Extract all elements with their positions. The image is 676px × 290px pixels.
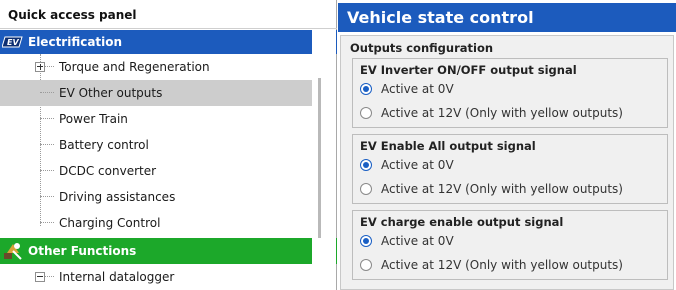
quick-access-title: Quick access panel bbox=[8, 8, 137, 22]
section-electrification-label: Electrification bbox=[28, 35, 123, 49]
radio-active-0v[interactable]: Active at 0V bbox=[360, 156, 454, 174]
group-title: EV Inverter ON/OFF output signal bbox=[360, 63, 577, 77]
svg-text:EV: EV bbox=[7, 38, 19, 47]
outputs-configuration-title: Outputs configuration bbox=[350, 41, 494, 55]
group-title: EV Enable All output signal bbox=[360, 139, 536, 153]
radio-label: Active at 12V (Only with yellow outputs) bbox=[381, 258, 623, 272]
vehicle-state-panel: Vehicle state control Outputs configurat… bbox=[338, 0, 676, 290]
radio-unchecked-icon[interactable] bbox=[360, 259, 372, 271]
vertical-scrollbar[interactable] bbox=[312, 29, 336, 290]
radio-active-12v[interactable]: Active at 12V (Only with yellow outputs) bbox=[360, 180, 623, 198]
ev-electrification-icon: EV bbox=[0, 29, 26, 55]
tree-item-power-train[interactable]: Power Train bbox=[0, 106, 312, 132]
tree-item-label: Driving assistances bbox=[59, 190, 176, 204]
tree-item-label: Charging Control bbox=[59, 216, 161, 230]
tree-item-label: EV Other outputs bbox=[59, 86, 163, 100]
tree-item-internal-datalogger[interactable]: Internal datalogger bbox=[0, 264, 312, 290]
radio-label: Active at 0V bbox=[381, 234, 454, 248]
tree-item-label: Internal datalogger bbox=[59, 270, 175, 284]
radio-label: Active at 0V bbox=[381, 158, 454, 172]
collapse-minus-icon[interactable] bbox=[35, 272, 45, 282]
group-ev-charge-enable-output: EV charge enable output signal Active at… bbox=[352, 210, 668, 280]
section-other-functions-label: Other Functions bbox=[28, 244, 137, 258]
tree-item-label: Torque and Regeneration bbox=[59, 60, 210, 74]
radio-checked-icon[interactable] bbox=[360, 235, 372, 247]
expand-plus-icon[interactable] bbox=[35, 62, 45, 72]
tree-item-charging-control[interactable]: Charging Control bbox=[0, 210, 312, 236]
radio-label: Active at 12V (Only with yellow outputs) bbox=[381, 182, 623, 196]
tree-item-battery-control[interactable]: Battery control bbox=[0, 132, 312, 158]
radio-unchecked-icon[interactable] bbox=[360, 183, 372, 195]
radio-checked-icon[interactable] bbox=[360, 159, 372, 171]
scrollbar-thumb[interactable] bbox=[318, 78, 321, 238]
radio-unchecked-icon[interactable] bbox=[360, 107, 372, 119]
tree-item-ev-other-outputs[interactable]: EV Other outputs bbox=[0, 80, 312, 106]
group-ev-inverter-output: EV Inverter ON/OFF output signal Active … bbox=[352, 58, 668, 128]
section-other-functions[interactable]: Other Functions bbox=[0, 238, 337, 264]
radio-active-12v[interactable]: Active at 12V (Only with yellow outputs) bbox=[360, 104, 623, 122]
radio-active-0v[interactable]: Active at 0V bbox=[360, 232, 454, 250]
quick-access-panel: Quick access panel EV Electrification To… bbox=[0, 0, 337, 290]
radio-active-0v[interactable]: Active at 0V bbox=[360, 80, 454, 98]
tree-item-label: Power Train bbox=[59, 112, 128, 126]
vehicle-state-title: Vehicle state control bbox=[338, 3, 676, 32]
title-divider bbox=[0, 28, 337, 29]
group-ev-enable-all-output: EV Enable All output signal Active at 0V… bbox=[352, 134, 668, 204]
radio-label: Active at 12V (Only with yellow outputs) bbox=[381, 106, 623, 120]
section-electrification[interactable]: EV Electrification bbox=[0, 30, 337, 54]
tree-item-torque-and-regeneration[interactable]: Torque and Regeneration bbox=[0, 54, 312, 80]
tree-item-dcdc-converter[interactable]: DCDC converter bbox=[0, 158, 312, 184]
radio-label: Active at 0V bbox=[381, 82, 454, 96]
tree-item-label: Battery control bbox=[59, 138, 149, 152]
tree-item-label: DCDC converter bbox=[59, 164, 157, 178]
other-functions-icon bbox=[0, 238, 26, 264]
tree-item-driving-assistances[interactable]: Driving assistances bbox=[0, 184, 312, 210]
radio-checked-icon[interactable] bbox=[360, 83, 372, 95]
group-title: EV charge enable output signal bbox=[360, 215, 564, 229]
radio-active-12v[interactable]: Active at 12V (Only with yellow outputs) bbox=[360, 256, 623, 274]
